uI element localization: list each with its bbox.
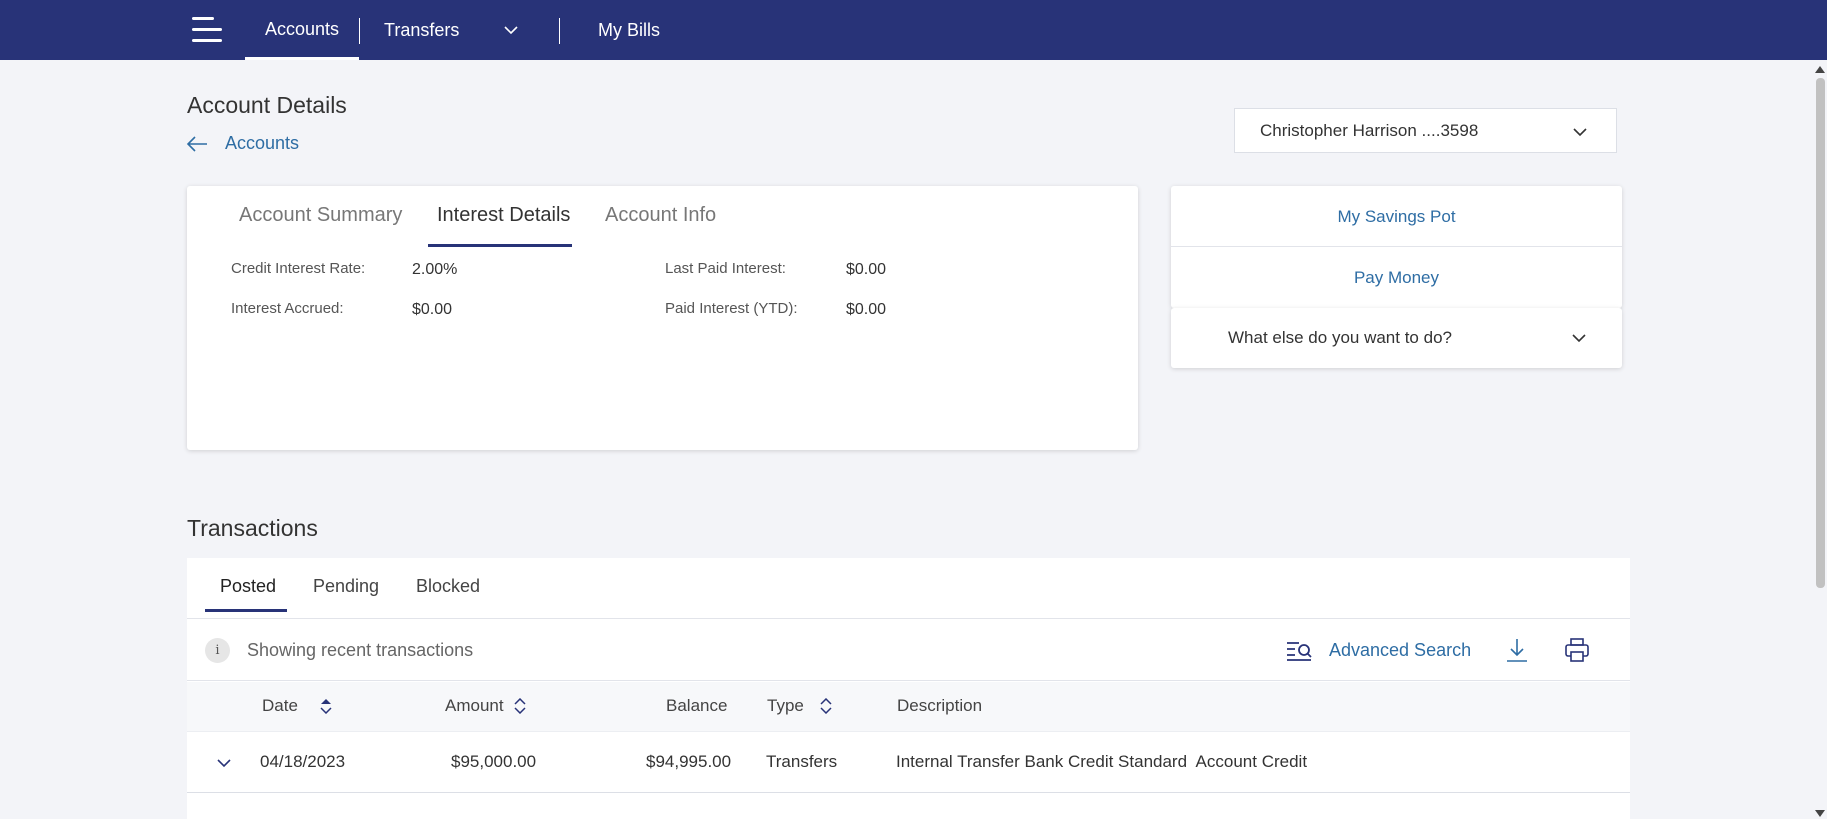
nav-transfers[interactable]: Transfers [384, 0, 459, 60]
advanced-search-button[interactable]: Advanced Search [1285, 638, 1471, 662]
scroll-up-arrow-icon[interactable] [1815, 66, 1825, 73]
tab-interest-details[interactable]: Interest Details [437, 204, 570, 227]
advanced-search-label: Advanced Search [1329, 639, 1472, 660]
download-icon[interactable] [1503, 636, 1531, 664]
account-selector[interactable]: Christopher Harrison ....3598 [1234, 108, 1617, 153]
row-amount: $95,000.00 [451, 752, 537, 771]
active-tab-indicator [428, 244, 572, 247]
tab-posted[interactable]: Posted [220, 576, 276, 597]
more-actions-label: What else do you want to do? [1228, 328, 1452, 347]
tab-account-info[interactable]: Account Info [605, 204, 716, 227]
back-to-accounts-link[interactable]: Accounts [186, 133, 299, 154]
chevron-down-icon [1573, 128, 1587, 137]
scrollbar-thumb[interactable] [1816, 78, 1825, 588]
column-type-label: Type [767, 696, 804, 715]
row-date: 04/18/2023 [260, 752, 346, 771]
account-details-card: Account Summary Interest Details Account… [187, 186, 1138, 450]
column-amount-label: Amount [445, 696, 504, 715]
transactions-toolbar: i Showing recent transactions Advanced S… [187, 620, 1630, 681]
pay-money-link[interactable]: Pay Money [1171, 247, 1622, 308]
hamburger-menu-icon[interactable] [190, 14, 226, 46]
nav-my-bills[interactable]: My Bills [598, 0, 660, 60]
chevron-down-icon [1572, 334, 1586, 343]
scroll-down-arrow-icon[interactable] [1815, 810, 1825, 817]
account-selector-value: Christopher Harrison ....3598 [1260, 121, 1479, 140]
tab-pending[interactable]: Pending [313, 576, 379, 597]
paid-interest-ytd-value: $0.00 [846, 301, 887, 318]
sort-icon [820, 698, 832, 714]
my-savings-pot-link[interactable]: My Savings Pot [1171, 186, 1622, 247]
row-type: Transfers [766, 752, 838, 771]
column-balance-label: Balance [666, 696, 728, 715]
sort-icon [320, 699, 332, 714]
column-header-date[interactable]: Date [262, 696, 332, 716]
nav-accounts[interactable]: Accounts [245, 0, 359, 60]
sort-icon [514, 698, 526, 714]
table-row[interactable]: 04/18/2023 $95,000.00 $94,995.00 Transfe… [187, 733, 1630, 793]
chevron-down-icon[interactable] [503, 22, 519, 38]
more-actions-dropdown[interactable]: What else do you want to do? [1171, 308, 1622, 368]
search-list-icon [1287, 642, 1312, 661]
top-nav: Accounts Transfers My Bills [0, 0, 1827, 60]
transactions-table-header: Date Amount Balance Type Description [187, 682, 1630, 732]
transactions-panel: Posted Pending Blocked i Showing recent … [187, 558, 1630, 819]
nav-divider [559, 18, 560, 44]
column-header-description: Description [897, 696, 982, 716]
nav-divider [359, 18, 360, 44]
transactions-tabs: Posted Pending Blocked [187, 558, 1630, 619]
transactions-status-text: Showing recent transactions [247, 640, 474, 660]
column-description-label: Description [897, 696, 983, 715]
credit-interest-rate-value: 2.00% [412, 261, 458, 278]
interest-accrued-label: Interest Accrued: [231, 300, 344, 317]
credit-interest-rate-label: Credit Interest Rate: [231, 260, 366, 277]
column-date-label: Date [262, 696, 298, 715]
arrow-left-icon [186, 135, 207, 152]
row-description: Internal Transfer Bank Credit Standard A… [896, 752, 1308, 771]
last-paid-interest-value: $0.00 [846, 261, 887, 278]
column-header-balance: Balance [666, 696, 727, 716]
last-paid-interest-label: Last Paid Interest: [665, 260, 786, 277]
chevron-down-icon[interactable] [216, 755, 232, 771]
print-icon[interactable] [1563, 636, 1591, 664]
tab-account-summary[interactable]: Account Summary [239, 204, 402, 227]
transactions-title: Transactions [187, 515, 318, 541]
back-link-label: Accounts [225, 133, 300, 153]
interest-accrued-value: $0.00 [412, 301, 453, 318]
active-tab-indicator [205, 609, 287, 612]
tab-blocked[interactable]: Blocked [416, 576, 480, 597]
quick-actions-panel: My Savings Pot Pay Money [1171, 186, 1622, 308]
column-header-amount[interactable]: Amount [445, 696, 526, 716]
info-icon: i [205, 638, 230, 663]
page-title: Account Details [187, 92, 347, 118]
paid-interest-ytd-label: Paid Interest (YTD): [665, 300, 798, 317]
column-header-type[interactable]: Type [767, 696, 832, 716]
row-balance: $94,995.00 [646, 752, 732, 771]
